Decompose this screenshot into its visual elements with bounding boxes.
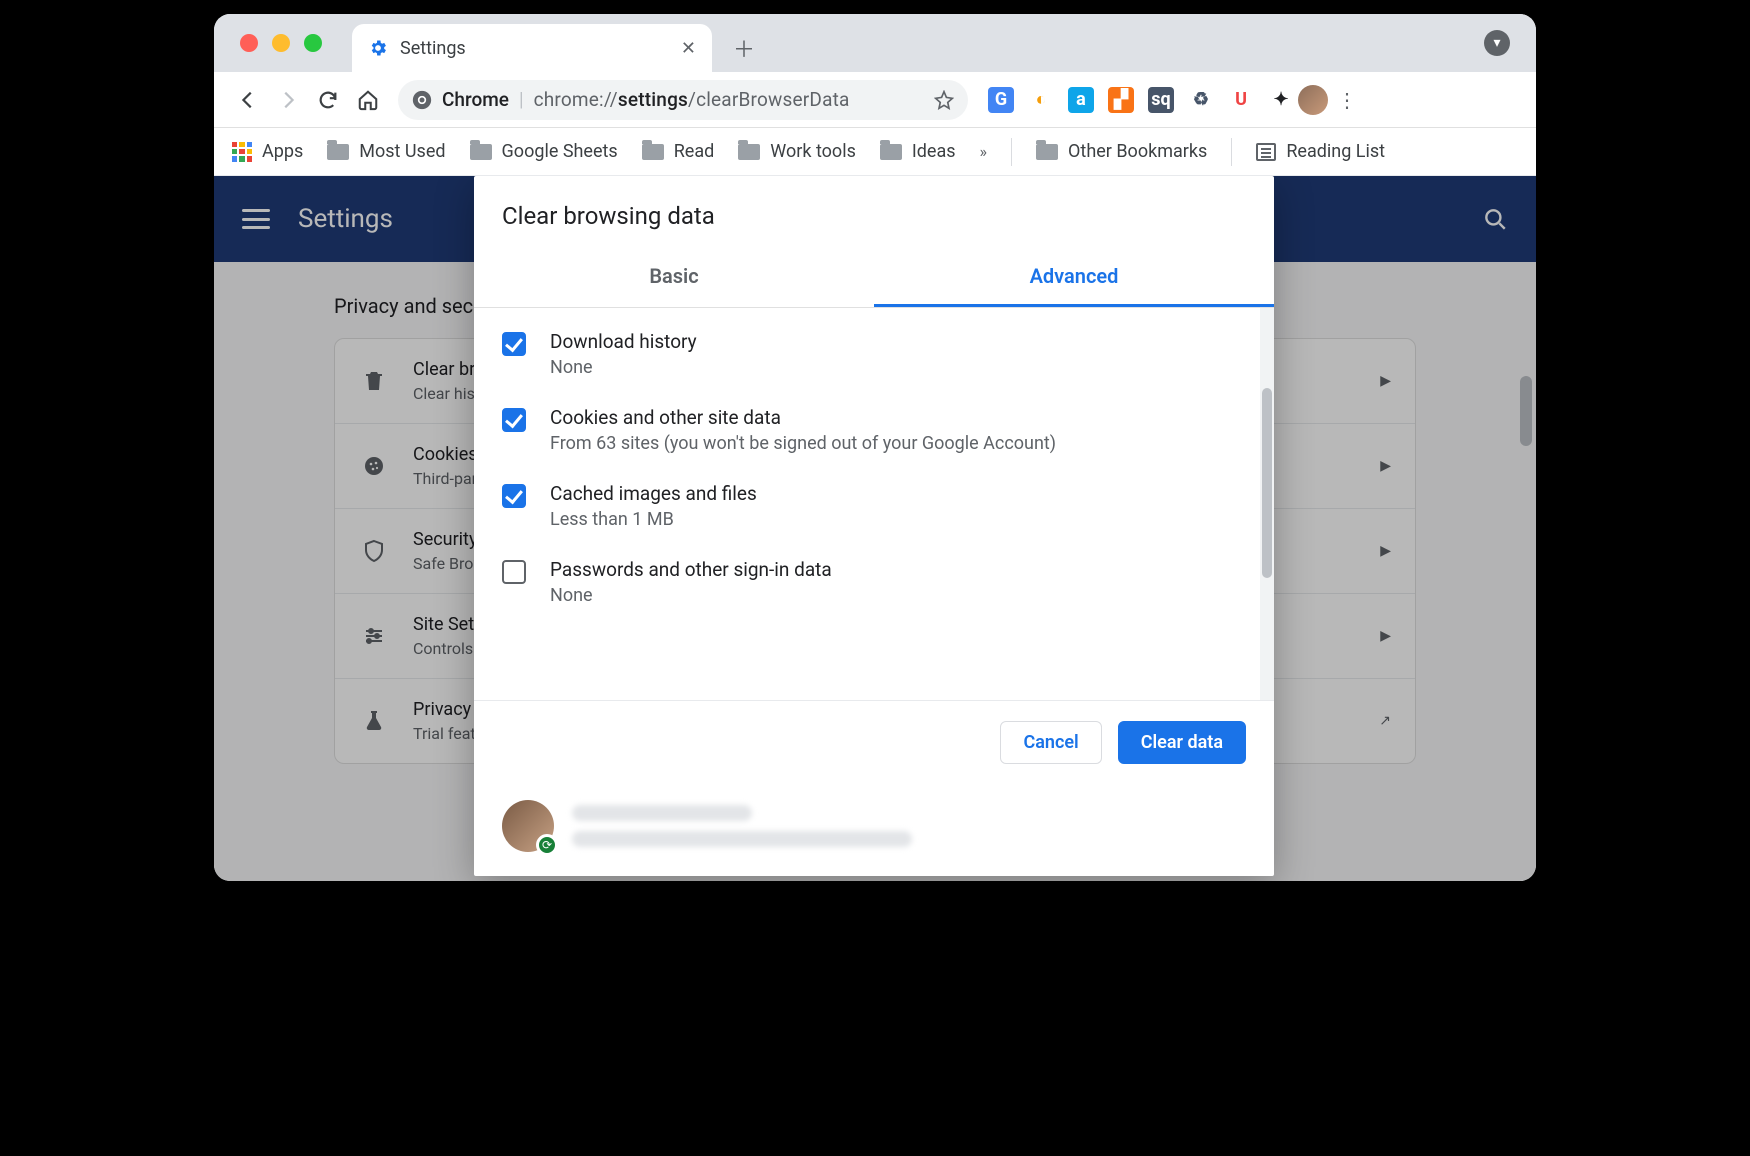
apps-grid-icon: [232, 142, 252, 162]
redacted-name: [572, 805, 752, 821]
bookmark-folder[interactable]: Most Used: [327, 141, 445, 162]
close-window-button[interactable]: [240, 34, 258, 52]
bookmark-label: Work tools: [770, 141, 856, 162]
bookmark-star-button[interactable]: [934, 90, 954, 110]
omnibox-label: Chrome: [442, 88, 509, 111]
option-subtitle: Less than 1 MB: [550, 509, 757, 530]
other-bookmarks-folder[interactable]: Other Bookmarks: [1036, 141, 1207, 162]
similarweb-icon[interactable]: ◐: [1028, 87, 1054, 113]
close-tab-button[interactable]: ✕: [681, 38, 696, 59]
dialog-scrollbar[interactable]: [1260, 308, 1274, 700]
soundcloud-icon[interactable]: sq: [1148, 87, 1174, 113]
folder-icon: [470, 144, 492, 160]
bookmark-folder[interactable]: Read: [642, 141, 715, 162]
folder-icon: [880, 144, 902, 160]
option-title: Passwords and other sign-in data: [550, 558, 832, 581]
profile-avatar-button[interactable]: [1298, 85, 1328, 115]
dialog-list[interactable]: Download history None Cookies and other si…: [474, 308, 1274, 700]
bookmark-folder[interactable]: Google Sheets: [470, 141, 618, 162]
dialog-scrollbar-thumb[interactable]: [1262, 388, 1272, 578]
bookmark-label: Read: [674, 141, 715, 162]
dialog-title: Clear browsing data: [474, 176, 1274, 248]
bookmarks-bar: Apps Most Used Google Sheets Read Work tool…: [214, 128, 1536, 176]
minimize-window-button[interactable]: [272, 34, 290, 52]
new-tab-button[interactable]: ＋: [724, 28, 764, 68]
sync-badge-icon: ⟳: [536, 834, 558, 856]
checkbox[interactable]: [502, 484, 526, 508]
divider: [1011, 138, 1012, 166]
browser-tab[interactable]: Settings ✕: [352, 24, 712, 72]
option-subtitle: From 63 sites (you won't be signed out o…: [550, 433, 1056, 454]
folder-icon: [738, 144, 760, 160]
tab-advanced[interactable]: Advanced: [874, 248, 1274, 307]
omnibox-separator: |: [519, 88, 524, 111]
chrome-logo-icon: [412, 90, 432, 110]
option-title: Cookies and other site data: [550, 406, 1056, 429]
bookmark-label: Ideas: [912, 141, 956, 162]
option-subtitle: None: [550, 585, 832, 606]
analytics-icon[interactable]: ▞: [1108, 87, 1134, 113]
dialog-actions: Cancel Clear data: [474, 700, 1274, 784]
reading-list-label: Reading List: [1286, 141, 1385, 162]
address-bar[interactable]: Chrome | chrome://settings/clearBrowserD…: [398, 80, 968, 120]
reload-button[interactable]: [310, 82, 346, 118]
bookmarks-overflow-button[interactable]: »: [980, 142, 988, 161]
bookmark-folder[interactable]: Ideas: [880, 141, 956, 162]
maximize-window-button[interactable]: [304, 34, 322, 52]
traffic-lights: [240, 34, 322, 52]
tab-basic[interactable]: Basic: [474, 248, 874, 307]
bookmark-label: Google Sheets: [502, 141, 618, 162]
bookmark-folder[interactable]: Work tools: [738, 141, 856, 162]
omnibox-url: chrome://settings/clearBrowserData: [534, 88, 850, 111]
dialog-footer: ⟳: [474, 784, 1274, 876]
checkbox[interactable]: [502, 408, 526, 432]
clear-data-option[interactable]: Download history None: [474, 316, 1274, 392]
option-title: Cached images and files: [550, 482, 757, 505]
clear-data-button[interactable]: Clear data: [1118, 721, 1246, 764]
amazon-icon[interactable]: a: [1068, 87, 1094, 113]
browser-toolbar: Chrome | chrome://settings/clearBrowserD…: [214, 72, 1536, 128]
apps-shortcut[interactable]: Apps: [232, 141, 303, 162]
clear-data-option[interactable]: Cached images and files Less than 1 MB: [474, 468, 1274, 544]
puzzle-icon[interactable]: ✦: [1268, 87, 1294, 113]
apps-label: Apps: [262, 141, 303, 162]
other-bookmarks-label: Other Bookmarks: [1068, 141, 1207, 162]
profile-avatar: ⟳: [502, 800, 554, 852]
home-button[interactable]: [350, 82, 386, 118]
recycle-icon[interactable]: ♻: [1188, 87, 1214, 113]
forward-button[interactable]: [270, 82, 306, 118]
checkbox[interactable]: [502, 332, 526, 356]
reading-list-icon: [1256, 143, 1276, 161]
extension-row: G ◐ a ▞ sq ♻ U ✦: [988, 87, 1294, 113]
clear-data-option[interactable]: Passwords and other sign-in data None: [474, 544, 1274, 620]
bookmark-label: Most Used: [359, 141, 445, 162]
option-title: Download history: [550, 330, 697, 353]
cancel-button[interactable]: Cancel: [1000, 721, 1101, 764]
option-subtitle: None: [550, 357, 697, 378]
divider: [1231, 138, 1232, 166]
folder-icon: [327, 144, 349, 160]
clear-browsing-data-dialog: Clear browsing data Basic Advanced Downl…: [474, 176, 1274, 876]
reading-list-button[interactable]: Reading List: [1256, 141, 1385, 162]
clear-data-option[interactable]: Cookies and other site data From 63 sites…: [474, 392, 1274, 468]
gear-icon: [368, 38, 388, 58]
dialog-tabs: Basic Advanced: [474, 248, 1274, 308]
tab-search-button[interactable]: ▾: [1484, 30, 1510, 56]
redacted-email: [572, 831, 912, 847]
folder-icon: [1036, 144, 1058, 160]
back-button[interactable]: [230, 82, 266, 118]
translate-icon[interactable]: G: [988, 87, 1014, 113]
chrome-menu-button[interactable]: ⋮: [1332, 88, 1362, 112]
window-titlebar: Settings ✕ ＋ ▾: [214, 14, 1536, 72]
tab-title: Settings: [400, 38, 669, 59]
checkbox[interactable]: [502, 560, 526, 584]
folder-icon: [642, 144, 664, 160]
ublock-icon[interactable]: U: [1228, 87, 1254, 113]
